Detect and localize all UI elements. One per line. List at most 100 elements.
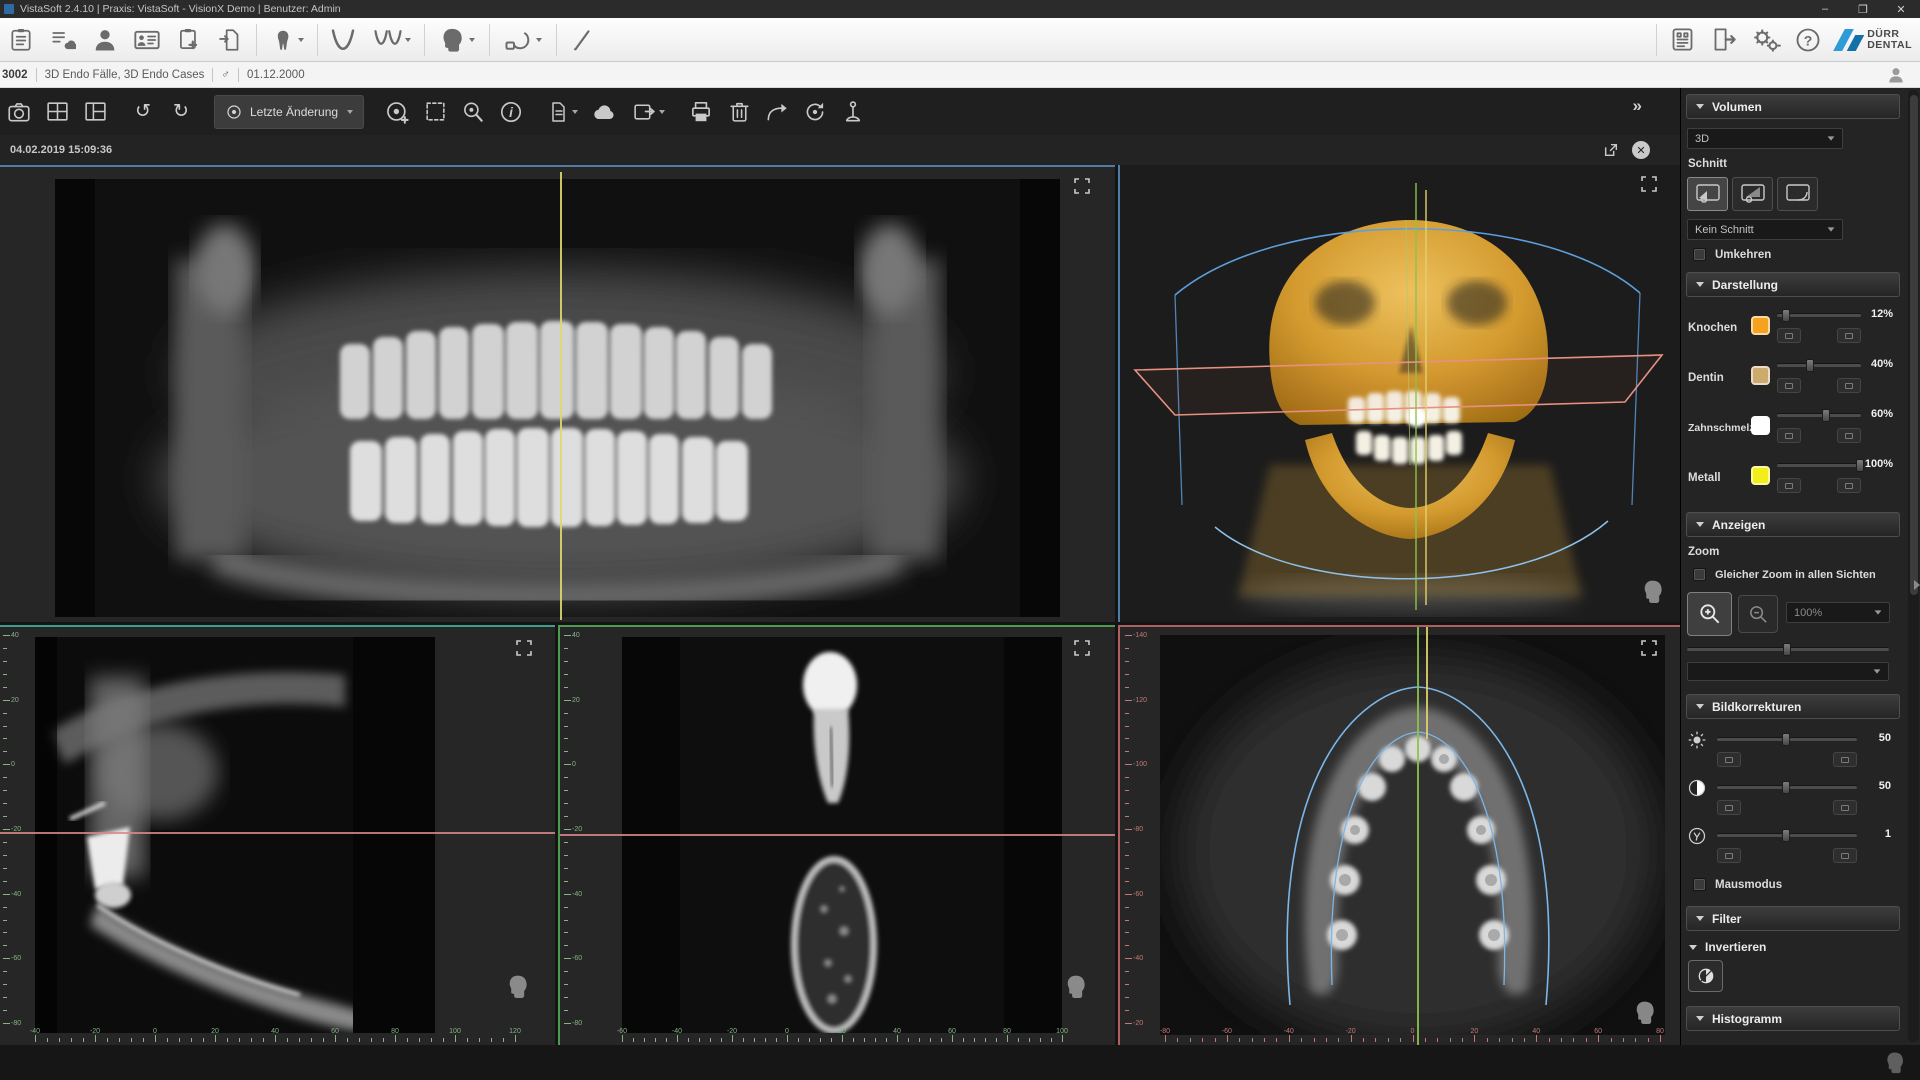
close-button[interactable]: ✕: [1882, 0, 1920, 18]
help-button[interactable]: ?: [1787, 21, 1829, 59]
axial-fullscreen-icon[interactable]: [1640, 639, 1658, 657]
render3d-fullscreen-icon[interactable]: [1640, 175, 1658, 193]
axial-orientation-head-icon[interactable]: [1634, 1000, 1656, 1031]
zoom-in-button[interactable]: [1687, 592, 1732, 636]
tooth-capture-button[interactable]: [261, 21, 313, 59]
crosssection-crosshair-horizontal[interactable]: [560, 834, 1115, 836]
sagittal-viewport[interactable]: 40200-20-40-60-80 -40-20020406080100120: [0, 625, 555, 1045]
export-button[interactable]: [624, 94, 672, 130]
side-panel-collapse-arrow[interactable]: [1914, 580, 1920, 590]
patient-button[interactable]: [84, 21, 126, 59]
side-panel-scrollbar[interactable]: [1908, 90, 1919, 1042]
umkehren-checkbox[interactable]: [1693, 248, 1706, 261]
section-bildkorrekturen[interactable]: Bildkorrekturen: [1686, 694, 1900, 719]
step-down-button[interactable]: [1777, 378, 1801, 393]
section-darstellung[interactable]: Darstellung: [1686, 272, 1900, 297]
slice-view-plane-button[interactable]: [1732, 177, 1773, 211]
close-study-icon[interactable]: ✕: [1632, 141, 1650, 159]
dentin-slider[interactable]: [1777, 364, 1861, 367]
section-anzeigen[interactable]: Anzeigen: [1686, 512, 1900, 537]
model-scan-button[interactable]: [494, 21, 552, 59]
panorama-crosshair-vertical[interactable]: [560, 172, 562, 620]
axial-viewport[interactable]: -140-120-100-80-60-40-20 -80-60-40-20020…: [1118, 625, 1680, 1045]
step-down-button[interactable]: [1717, 848, 1741, 863]
metall-color-swatch[interactable]: [1751, 466, 1770, 485]
slider-thumb[interactable]: [1806, 359, 1814, 372]
axial-crosshair-vertical-yellow[interactable]: [1426, 627, 1428, 739]
metall-slider[interactable]: [1777, 464, 1861, 467]
toolbar-expand-button[interactable]: »: [1633, 96, 1642, 116]
history-dropdown[interactable]: Letzte Änderung: [214, 95, 364, 129]
slider-thumb[interactable]: [1782, 309, 1790, 322]
section-volumen[interactable]: Volumen: [1686, 94, 1900, 119]
umkehren-checkbox-row[interactable]: Umkehren: [1693, 248, 1771, 261]
slider-thumb[interactable]: [1782, 829, 1790, 842]
mausmodus-checkbox-row[interactable]: Mausmodus: [1693, 878, 1782, 891]
dentin-color-swatch[interactable]: [1751, 366, 1770, 385]
delete-button[interactable]: [720, 94, 758, 130]
minimize-button[interactable]: –: [1806, 0, 1844, 18]
jaw-panorama-button[interactable]: [322, 21, 364, 59]
same-zoom-checkbox[interactable]: [1693, 568, 1706, 581]
invert-button[interactable]: [1688, 960, 1723, 992]
zoom-out-button[interactable]: [1738, 595, 1778, 633]
slider-thumb[interactable]: [1783, 643, 1791, 656]
same-zoom-checkbox-row[interactable]: Gleicher Zoom in allen Sichten: [1693, 568, 1876, 581]
axial-crosshair-vertical-green[interactable]: [1417, 627, 1419, 1045]
slice-type-dropdown[interactable]: Kein Schnitt: [1687, 219, 1843, 240]
settings-button[interactable]: [1745, 21, 1787, 59]
popout-icon[interactable]: [1602, 141, 1620, 159]
drawing-pen-button[interactable]: [561, 21, 603, 59]
patient-avatar[interactable]: [1886, 64, 1906, 86]
panorama-fullscreen-icon[interactable]: [1073, 177, 1091, 195]
redo-button[interactable]: ↻: [162, 94, 200, 130]
step-up-button[interactable]: [1837, 378, 1861, 393]
step-down-button[interactable]: [1777, 428, 1801, 443]
logout-button[interactable]: [1703, 21, 1745, 59]
print-button[interactable]: [682, 94, 720, 130]
volume-mode-dropdown[interactable]: 3D: [1687, 128, 1843, 149]
step-down-button[interactable]: [1717, 752, 1741, 767]
step-up-button[interactable]: [1833, 848, 1857, 863]
image-archive-button[interactable]: [42, 21, 84, 59]
gamma-slider[interactable]: [1717, 834, 1857, 837]
sagittal-crosshair-horizontal[interactable]: [0, 832, 555, 834]
reset-view-button[interactable]: [796, 94, 834, 130]
inspect-button[interactable]: [454, 94, 492, 130]
step-down-button[interactable]: [1717, 800, 1741, 815]
view-select-dropdown[interactable]: [1687, 662, 1889, 681]
section-histogramm[interactable]: Histogramm: [1686, 1006, 1900, 1031]
zoom-value-dropdown[interactable]: 100%: [1786, 602, 1890, 623]
cloud-export-button[interactable]: [586, 94, 624, 130]
knochen-slider[interactable]: [1777, 314, 1861, 317]
brightness-slider[interactable]: [1717, 738, 1857, 741]
sagittal-orientation-head-icon[interactable]: [507, 974, 529, 1005]
step-up-button[interactable]: [1833, 752, 1857, 767]
select-region-button[interactable]: [416, 94, 454, 130]
slider-thumb[interactable]: [1782, 733, 1790, 746]
step-up-button[interactable]: [1837, 428, 1861, 443]
crosssection-fullscreen-icon[interactable]: [1073, 639, 1091, 657]
undo-button[interactable]: ↺: [124, 94, 162, 130]
pin-tool-button[interactable]: [834, 94, 872, 130]
worklist-button[interactable]: [0, 21, 42, 59]
scrollbar-thumb[interactable]: [1910, 95, 1918, 595]
knochen-color-swatch[interactable]: [1751, 316, 1770, 335]
step-down-button[interactable]: [1777, 328, 1801, 343]
video-print-button[interactable]: [1661, 21, 1703, 59]
contrast-slider[interactable]: [1717, 786, 1857, 789]
layout-split-button[interactable]: [76, 94, 114, 130]
info-button[interactable]: i: [492, 94, 530, 130]
step-up-button[interactable]: [1837, 328, 1861, 343]
patient-data-button[interactable]: [126, 21, 168, 59]
slice-view-front-button[interactable]: [1687, 177, 1728, 211]
panorama-viewport[interactable]: [0, 165, 1115, 622]
slider-thumb[interactable]: [1822, 409, 1830, 422]
zoom-slider[interactable]: [1687, 648, 1889, 651]
sagittal-fullscreen-icon[interactable]: [515, 639, 533, 657]
step-down-button[interactable]: [1777, 478, 1801, 493]
layout-grid-button[interactable]: [38, 94, 76, 130]
maximize-button[interactable]: ❐: [1844, 0, 1882, 18]
render3d-orientation-head-icon[interactable]: [1642, 579, 1664, 610]
section-invertieren[interactable]: Invertieren: [1689, 940, 1766, 954]
